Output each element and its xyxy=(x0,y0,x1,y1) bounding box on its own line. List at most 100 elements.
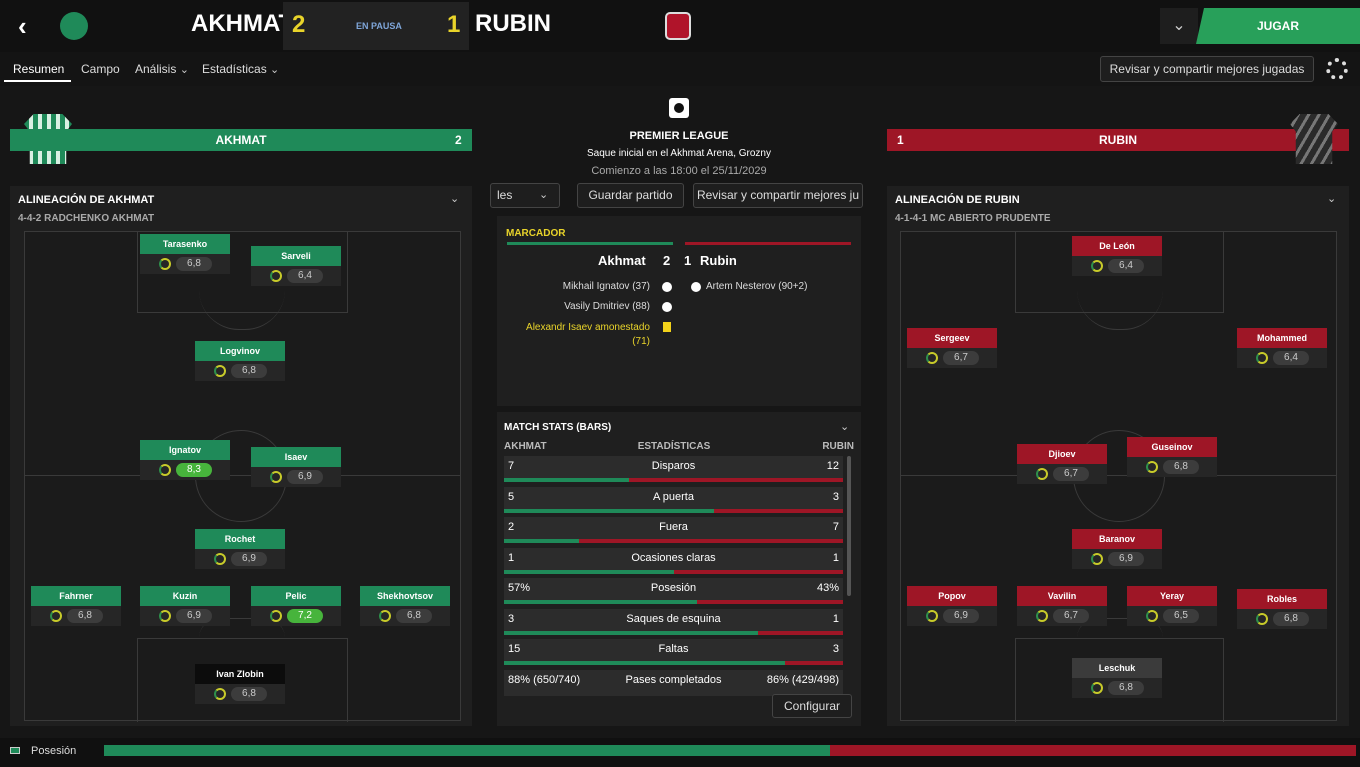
tab-analisis[interactable]: Análisis ⌄ xyxy=(135,62,189,76)
player-card[interactable]: Fahrner 6,8 xyxy=(31,586,121,632)
ball-icon xyxy=(662,302,672,312)
stat-bar-home xyxy=(504,600,698,604)
tab-estadisticas[interactable]: Estadísticas ⌄ xyxy=(202,62,279,76)
rating-icon xyxy=(270,610,282,622)
rating-icon xyxy=(1036,610,1048,622)
player-card[interactable]: Yeray 6,5 xyxy=(1127,586,1217,632)
view-dropdown[interactable]: les ⌄ xyxy=(490,183,560,208)
home-team-bar-name: AKHMAT xyxy=(215,133,267,147)
stat-row: 88% (650/740) Pases completados 86% (429/4… xyxy=(504,669,843,696)
save-match-button[interactable]: Guardar partido xyxy=(577,183,684,208)
rating-icon xyxy=(214,553,226,565)
stat-away-value: 7 xyxy=(832,521,839,533)
player-card[interactable]: Rochet 6,9 xyxy=(195,529,285,575)
away-score: 1 xyxy=(447,11,461,38)
stat-away-value: 3 xyxy=(832,643,839,655)
player-card[interactable]: Leschuk 6,8 xyxy=(1072,658,1162,704)
stats-scrollbar[interactable] xyxy=(847,456,851,596)
rating-icon xyxy=(159,258,171,270)
stats-col-home: AKHMAT xyxy=(504,441,547,452)
kickoff-venue: Saque inicial en el Akhmat Arena, Grozny xyxy=(587,148,771,159)
player-card[interactable]: Kuzin 6,9 xyxy=(140,586,230,632)
stat-label: Fuera xyxy=(659,521,688,533)
home-formation: 4-4-2 RADCHENKO AKHMAT xyxy=(18,213,155,224)
rating-icon xyxy=(1091,682,1103,694)
goal-event: Artem Nesterov (90+2) xyxy=(706,281,808,292)
player-card[interactable]: Sarveli 6,4 xyxy=(251,246,341,292)
player-card[interactable]: Sergeev 6,7 xyxy=(907,328,997,374)
play-options-dropdown[interactable]: ⌄ xyxy=(1160,8,1198,44)
rating-icon xyxy=(270,270,282,282)
rating-icon xyxy=(270,471,282,483)
rating-icon xyxy=(50,610,62,622)
stat-label: Disparos xyxy=(651,460,696,472)
away-lineup-title: ALINEACIÓN DE RUBIN xyxy=(895,194,1020,206)
tab-resumen[interactable]: Resumen xyxy=(13,62,64,76)
stat-row: 3 Saques de esquina 1 xyxy=(504,608,843,635)
review-highlights-button[interactable]: Revisar y compartir mejores jugadas xyxy=(1100,56,1314,82)
goal-event: Vasily Dmitriev (88) xyxy=(564,301,650,312)
stat-away-value: 1 xyxy=(832,612,839,625)
rating-icon xyxy=(159,464,171,476)
player-card[interactable]: Pelic 7,2 xyxy=(251,586,341,632)
home-team-name: AKHMAT xyxy=(191,10,294,37)
rating-icon xyxy=(214,365,226,377)
player-card[interactable]: Logvinov 6,8 xyxy=(195,341,285,387)
stat-bar-home xyxy=(504,539,579,543)
stat-label: Ocasiones claras xyxy=(631,551,716,564)
stat-away-value: 43% xyxy=(816,582,839,594)
card-event: Alexandr Isaev amonestado xyxy=(526,322,650,333)
player-card[interactable]: Djioev 6,7 xyxy=(1017,444,1107,490)
rating-icon xyxy=(159,610,171,622)
player-card[interactable]: Tarasenko 6,8 xyxy=(140,234,230,280)
rating-icon xyxy=(214,688,226,700)
player-card[interactable]: Ignatov 8,3 xyxy=(140,440,230,486)
chevron-down-icon[interactable]: ⌄ xyxy=(840,420,849,433)
play-button[interactable]: JUGAR xyxy=(1196,8,1360,44)
stat-away-value: 86% (429/498) xyxy=(766,673,839,686)
chevron-down-icon[interactable]: ⌄ xyxy=(1327,192,1336,205)
player-card[interactable]: Vavilin 6,7 xyxy=(1017,586,1107,632)
scoreboard-home: Akhmat xyxy=(598,253,646,268)
league-logo-icon xyxy=(669,98,689,118)
chevron-down-icon[interactable]: ⌄ xyxy=(450,192,459,205)
rating-icon xyxy=(1091,553,1103,565)
player-card[interactable]: Popov 6,9 xyxy=(907,586,997,632)
rating-icon xyxy=(1036,468,1048,480)
configure-button[interactable]: Configurar xyxy=(772,694,852,718)
tab-campo[interactable]: Campo xyxy=(81,62,120,76)
back-icon[interactable]: ‹ xyxy=(18,13,38,39)
stat-row: 7 Disparos 12 xyxy=(504,456,843,482)
home-team-bar-score: 2 xyxy=(455,133,462,147)
possession-bar-home xyxy=(104,745,831,756)
rating-icon xyxy=(1146,461,1158,473)
active-tab-underline xyxy=(4,80,71,82)
kickoff-time: Comienzo a las 18:00 el 25/11/2029 xyxy=(591,165,767,177)
stat-row: 1 Ocasiones claras 1 xyxy=(504,547,843,574)
chevron-down-icon: ⌄ xyxy=(179,64,189,76)
player-card[interactable]: Mohammed 6,4 xyxy=(1237,328,1327,374)
review-highlights-button-2[interactable]: Revisar y compartir mejores ju xyxy=(693,183,863,208)
stats-col-mid: ESTADÍSTICAS xyxy=(637,441,711,452)
player-card[interactable]: Isaev 6,9 xyxy=(251,447,341,493)
possession-icon xyxy=(10,747,20,754)
player-card[interactable]: De León 6,4 xyxy=(1072,236,1162,282)
stat-bar-home xyxy=(504,630,759,635)
rating-icon xyxy=(1146,610,1158,622)
stat-row: 15 Faltas 3 xyxy=(504,639,843,665)
card-event-minute: (71) xyxy=(632,336,650,347)
scoreboard-title: MARCADOR xyxy=(506,228,566,239)
player-card[interactable]: Guseinov 6,8 xyxy=(1127,437,1217,483)
stat-label: Posesión xyxy=(650,582,697,594)
stat-bar-home xyxy=(504,478,630,482)
player-card[interactable]: Baranov 6,9 xyxy=(1072,529,1162,575)
scoreboard-away: Rubin xyxy=(700,253,737,268)
player-card[interactable]: Shekhovtsov 6,8 xyxy=(360,586,450,632)
stat-away-value: 12 xyxy=(826,460,839,472)
player-card[interactable]: Robles 6,8 xyxy=(1237,589,1327,635)
gear-icon[interactable] xyxy=(1326,58,1348,80)
player-card[interactable]: Ivan Zlobin 6,8 xyxy=(195,664,285,710)
possession-bar xyxy=(104,745,1356,756)
footer-label: Posesión xyxy=(31,745,77,757)
match-status: EN PAUSA xyxy=(356,21,402,31)
